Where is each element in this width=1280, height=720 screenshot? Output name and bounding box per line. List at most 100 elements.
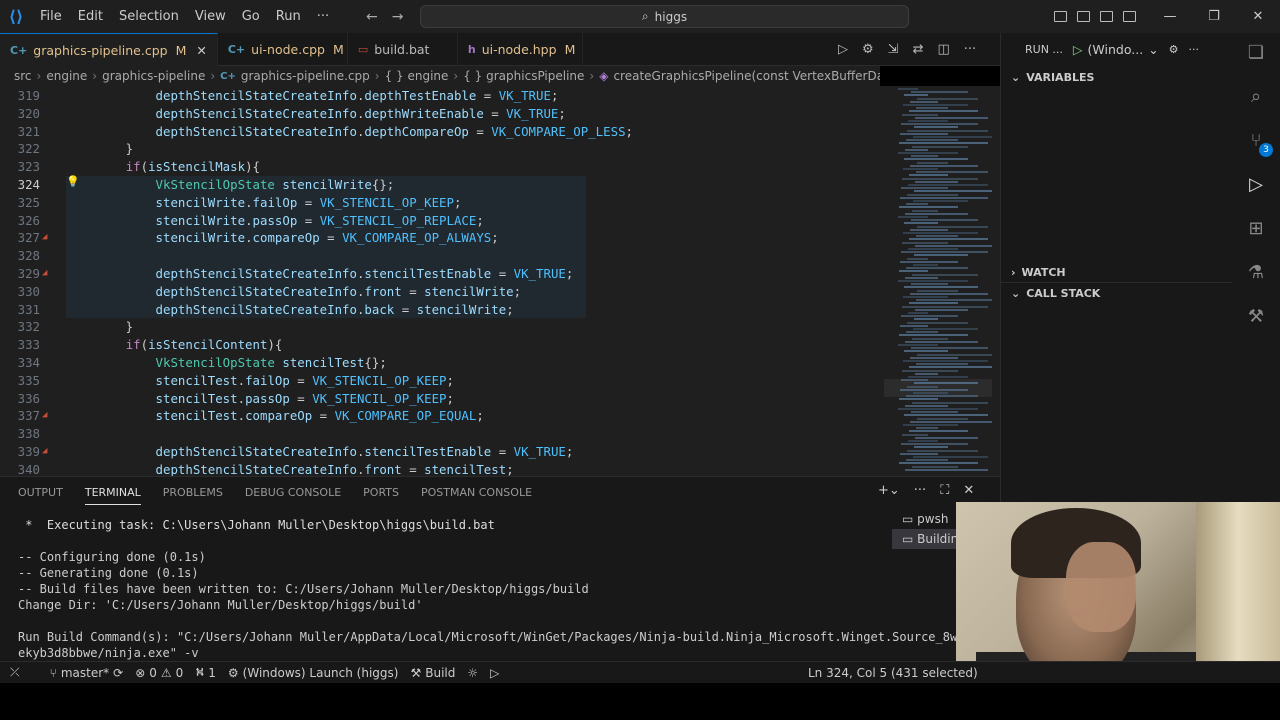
branch-status[interactable]: ⑂ master* ⟳ <box>44 666 130 680</box>
code-line[interactable]: 329 ◢ depthStencilStateCreateInfo.stencil… <box>0 265 880 283</box>
breadcrumb-item[interactable]: createGraphicsPipeline(const VertexBuffe… <box>613 69 880 83</box>
code-line[interactable]: 319 depthStencilStateCreateInfo.depthTes… <box>0 87 880 105</box>
gear-icon[interactable]: ⚙ <box>1169 43 1179 56</box>
code-line[interactable]: 330 depthStencilStateCreateInfo.front = … <box>0 282 880 301</box>
code-line[interactable]: 333 if(isStencilContent){ <box>0 336 880 354</box>
problems-status[interactable]: ⊗ 0 ⚠ 0 <box>129 666 189 680</box>
gutter-change-icon[interactable]: ◢ <box>42 229 47 247</box>
tab-ports[interactable]: PORTS <box>363 486 399 499</box>
cursor-position[interactable]: Ln 324, Col 5 (431 selected) <box>808 662 978 684</box>
more-actions-icon[interactable]: ··· <box>914 483 926 498</box>
menu-view[interactable]: View <box>187 0 234 33</box>
build-status[interactable]: ⚒ Build <box>404 666 461 680</box>
testing-icon[interactable]: ⚗ <box>1244 261 1268 285</box>
source-control-icon[interactable]: ⑂ 3 <box>1244 129 1273 157</box>
add-terminal-icon[interactable]: +⌄ <box>878 483 900 498</box>
explorer-icon[interactable]: ❏ <box>1244 41 1268 65</box>
run-debug-icon[interactable]: ▷ <box>838 42 848 57</box>
toggle-secondary-sidebar-icon[interactable] <box>1123 11 1136 22</box>
close-window-icon[interactable]: ✕ <box>1236 0 1280 33</box>
code-line[interactable]: 321 depthStencilStateCreateInfo.depthCom… <box>0 123 880 141</box>
forward-arrow-icon[interactable]: → <box>392 9 404 25</box>
minimap[interactable] <box>880 86 995 476</box>
tab-ui-node-hpp[interactable]: h ui-node.hpp M <box>458 33 583 66</box>
play-icon[interactable]: ▷ <box>484 666 505 680</box>
gutter-change-icon[interactable]: ◢ <box>42 443 47 461</box>
code-line[interactable]: 339 ◢ depthStencilStateCreateInfo.stencil… <box>0 443 880 461</box>
code-line[interactable]: 332 } <box>0 318 880 336</box>
tab-debug-console[interactable]: DEBUG CONSOLE <box>245 486 341 499</box>
ports-status[interactable]: ⛕ 1 <box>189 665 222 681</box>
maximize-icon[interactable]: ❐ <box>1192 0 1236 33</box>
tab-postman-console[interactable]: POSTMAN CONSOLE <box>421 486 532 499</box>
back-arrow-icon[interactable]: ← <box>366 9 378 25</box>
code-line[interactable]: 327 ◢ stencilWrite.compareOp = VK_COMPARE… <box>0 229 880 248</box>
lightbulb-icon[interactable]: 💡 <box>66 175 80 188</box>
menu-more[interactable]: ··· <box>309 0 337 33</box>
bug-icon[interactable]: ☼ <box>461 666 484 680</box>
breadcrumb-item[interactable]: graphics-pipeline.cpp <box>241 69 370 83</box>
code-line[interactable]: 337 ◢ stencilTest.compareOp = VK_COMPARE_… <box>0 407 880 425</box>
tab-ui-node-cpp[interactable]: C+ ui-node.cpp M <box>218 33 348 66</box>
code-line[interactable]: 340 depthStencilStateCreateInfo.front = … <box>0 461 880 476</box>
code-line[interactable]: 328 <box>0 247 880 265</box>
command-center-search[interactable]: ⌕ higgs <box>420 5 909 28</box>
terminal-output[interactable]: * Executing task: C:\Users\Johann Muller… <box>18 517 957 661</box>
breadcrumb-item[interactable]: engine <box>46 69 87 83</box>
breadcrumb-item[interactable]: graphics-pipeline <box>102 69 205 83</box>
tab-terminal[interactable]: TERMINAL <box>84 480 141 505</box>
breadcrumb-item[interactable]: { } engine <box>385 69 449 83</box>
code-line[interactable]: 334 VkStencilOpState stencilTest{}; <box>0 354 880 372</box>
tab-output[interactable]: OUTPUT <box>18 486 63 499</box>
code-line[interactable]: 335 stencilTest.failOp = VK_STENCIL_OP_K… <box>0 372 880 390</box>
more-actions-icon[interactable]: ··· <box>964 42 976 57</box>
close-tab-icon[interactable]: ✕ <box>196 43 206 58</box>
code-line[interactable]: 326 stencilWrite.passOp = VK_STENCIL_OP_… <box>0 211 880 230</box>
start-debugging-icon[interactable]: ▷ <box>1073 42 1083 57</box>
tab-build-bat[interactable]: ▭ build.bat <box>348 33 458 66</box>
code-line[interactable]: 324 VkStencilOpState stencilWrite{}; <box>0 176 880 194</box>
code-line[interactable]: 331 depthStencilStateCreateInfo.back = s… <box>0 300 880 319</box>
code-editor[interactable]: 319 depthStencilStateCreateInfo.depthTes… <box>0 86 880 476</box>
close-panel-icon[interactable]: ✕ <box>963 483 974 498</box>
code-line[interactable]: 336 stencilTest.passOp = VK_STENCIL_OP_K… <box>0 390 880 408</box>
section-variables[interactable]: ⌄ VARIABLES <box>1001 66 1232 88</box>
gear-icon[interactable]: ⚙ <box>862 42 874 57</box>
code-line[interactable]: 320 depthStencilStateCreateInfo.depthWri… <box>0 105 880 123</box>
menu-run[interactable]: Run <box>268 0 309 33</box>
minimize-icon[interactable]: — <box>1148 0 1192 33</box>
launch-config-status[interactable]: ⚙ (Windows) Launch (higgs) <box>222 666 405 680</box>
remote-icon[interactable]: ⚒ <box>1244 305 1268 329</box>
sync-icon[interactable]: ⟳ <box>113 666 123 680</box>
customize-layout-icon[interactable] <box>1054 11 1067 22</box>
tab-problems[interactable]: PROBLEMS <box>163 486 223 499</box>
breadcrumb-item[interactable]: src <box>14 69 32 83</box>
code-line[interactable]: 325 stencilWrite.failOp = VK_STENCIL_OP_… <box>0 193 880 212</box>
more-actions-icon[interactable]: ··· <box>1189 43 1200 56</box>
split-editor-icon[interactable]: ◫ <box>937 42 949 57</box>
breadcrumb-item[interactable]: { } graphicsPipeline <box>463 69 584 83</box>
search-icon[interactable]: ⌕ <box>1244 85 1268 109</box>
toggle-panel-icon[interactable] <box>1100 11 1113 22</box>
code-line[interactable]: 323 if(isStencilMask){ <box>0 158 880 176</box>
open-changes-icon[interactable]: ⇲ <box>888 42 899 57</box>
debug-config-select[interactable]: ▷ (Windo... ⌄ <box>1073 42 1159 57</box>
section-watch[interactable]: › WATCH <box>1001 261 1233 283</box>
tab-graphics-pipeline-cpp[interactable]: C+ graphics-pipeline.cpp M ✕ <box>0 33 218 66</box>
extensions-icon[interactable]: ⊞ <box>1244 217 1268 241</box>
toggle-sidebar-icon[interactable] <box>1077 11 1090 22</box>
gutter-change-icon[interactable]: ◢ <box>42 407 47 425</box>
maximize-panel-icon[interactable]: ⛶ <box>940 483 949 498</box>
code-line[interactable]: 338 <box>0 425 880 443</box>
remote-indicator-icon[interactable]: ⤫ <box>0 665 26 680</box>
compare-icon[interactable]: ⇄ <box>913 42 924 57</box>
code-line[interactable]: 322 } <box>0 140 880 158</box>
run-debug-icon[interactable]: ▷ <box>1244 173 1268 197</box>
gutter-change-icon[interactable]: ◢ <box>42 265 47 283</box>
menu-file[interactable]: File <box>32 0 70 33</box>
menu-edit[interactable]: Edit <box>70 0 111 33</box>
section-call-stack[interactable]: ⌄ CALL STACK <box>1001 282 1233 304</box>
menu-selection[interactable]: Selection <box>111 0 187 33</box>
menu-go[interactable]: Go <box>234 0 268 33</box>
editor-scrollbar[interactable] <box>992 86 1000 476</box>
